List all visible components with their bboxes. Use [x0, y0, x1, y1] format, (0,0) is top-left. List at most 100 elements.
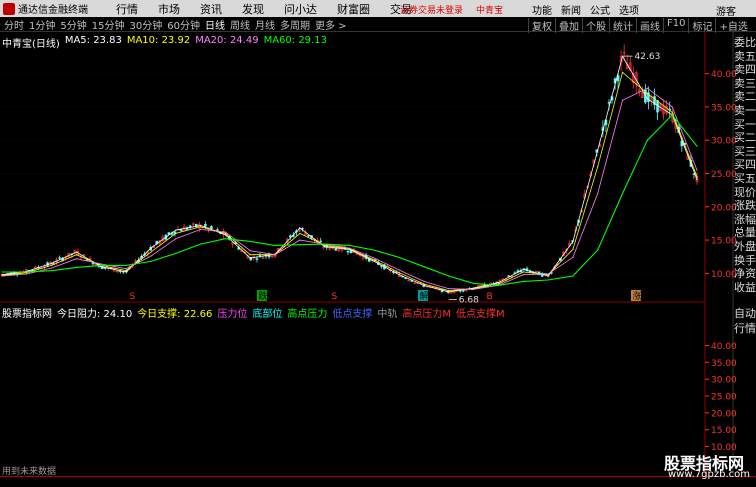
menu-item-ask[interactable]: 问小达 — [284, 1, 317, 17]
series-point-ma60-15 — [373, 249, 375, 251]
signal-mark-2: S — [332, 292, 338, 302]
side-label-volume[interactable]: 总量 — [734, 226, 756, 240]
series-point-ma5-15 — [373, 260, 375, 262]
side-label-bid-ratio[interactable]: 委比 — [734, 36, 756, 50]
candle-layer — [0, 44, 699, 295]
tab-60min[interactable]: 60分钟 — [167, 17, 200, 32]
tab-5min[interactable]: 5分钟 — [60, 17, 86, 32]
menu-item-discover[interactable]: 发现 — [242, 1, 264, 17]
series-point-ma5-9 — [224, 234, 226, 236]
side-label-ask3[interactable]: 卖三 — [734, 77, 756, 91]
tool-add-watchlist[interactable]: +自选 — [715, 18, 750, 33]
side-label-ask1[interactable]: 卖一 — [734, 104, 756, 118]
guest-label[interactable]: 游客 — [716, 3, 736, 18]
bottom-level: 底部位 — [252, 309, 283, 320]
series-point-ma10-12 — [299, 232, 301, 235]
series-point-ma60-8 — [199, 243, 202, 245]
tool-mark[interactable]: 标记 — [688, 18, 715, 33]
ma10-label: MA10: 23.92 — [126, 35, 191, 46]
side-label-price[interactable]: 现价 — [734, 186, 756, 200]
side-label-earnings[interactable]: 收益 — [734, 281, 756, 295]
side-label-change[interactable]: 涨跌 — [734, 199, 756, 213]
series-point-ma5-21 — [522, 268, 524, 270]
menu-item-market[interactable]: 市场 — [158, 1, 180, 17]
tab-weekly[interactable]: 周线 — [230, 17, 250, 32]
menu-item-quotes[interactable]: 行情 — [116, 1, 138, 17]
signal-mark-5: 涨 — [633, 291, 642, 302]
series-point-ma60-16 — [398, 256, 400, 258]
side-label-bid1[interactable]: 买一 — [734, 118, 756, 132]
candle-body-67 — [204, 224, 207, 227]
side-label-ask5[interactable]: 卖五 — [734, 50, 756, 64]
candle-body-84 — [255, 258, 259, 260]
side-label-bid4[interactable]: 买四 — [734, 158, 756, 172]
tab-intraday[interactable]: 分时 — [4, 17, 24, 32]
series-point-ma10-9 — [224, 232, 226, 235]
ma60-label: MA60: 29.13 — [263, 35, 327, 46]
side-label-ask4[interactable]: 卖四 — [734, 63, 756, 77]
tab-30min[interactable]: 30分钟 — [129, 17, 162, 32]
menu-item-function[interactable]: 功能 — [532, 2, 552, 17]
tool-draw[interactable]: 画线 — [636, 18, 663, 33]
series-point-ma20-10 — [249, 250, 251, 252]
series-point-ma60-24 — [597, 249, 599, 251]
series-point-ma10-20 — [497, 283, 500, 285]
today-support: 今日支撑: 22.66 — [137, 309, 213, 320]
series-point-ma10-23 — [572, 248, 574, 250]
series-point-ma20-26 — [646, 87, 648, 89]
series-point-ma5-13 — [324, 246, 326, 248]
tool-overlay[interactable]: 叠加 — [555, 18, 582, 33]
tab-multi-period[interactable]: 多周期 — [280, 17, 310, 32]
side-label-bid3[interactable]: 买三 — [734, 145, 756, 159]
menu-item-formula[interactable]: 公式 — [590, 2, 610, 17]
auto-label[interactable]: 自动 — [734, 306, 756, 321]
series-line-ma60 — [2, 114, 698, 286]
tab-1min[interactable]: 1分钟 — [29, 17, 55, 32]
series-point-ma10-5 — [125, 270, 127, 272]
title-bar: 通达信金融终端 行情 市场 资讯 发现 问小达 财富圈 交易 证券交易未登录 中… — [0, 0, 756, 18]
series-point-ma10-28 — [696, 176, 698, 178]
tab-15min[interactable]: 15分钟 — [92, 17, 125, 32]
series-point-ma60-20 — [497, 284, 500, 286]
menu-item-options[interactable]: 选项 — [619, 2, 639, 17]
login-warning[interactable]: 证券交易未登录 — [400, 3, 463, 16]
quote-label[interactable]: 行情 — [734, 321, 756, 336]
tool-f10[interactable]: F10 — [663, 18, 688, 33]
series-point-ma10-17 — [423, 283, 425, 285]
kline-chart[interactable]: 10.0015.0020.0025.0030.0035.0040.0010.00… — [0, 32, 756, 476]
series-point-ma20-15 — [373, 257, 375, 259]
tool-adjust[interactable]: 复权 — [528, 18, 555, 33]
side-label-outer[interactable]: 外盘 — [734, 240, 756, 254]
side-label-ask2[interactable]: 卖二 — [734, 90, 756, 104]
tool-stock[interactable]: 个股 — [582, 18, 609, 33]
tab-monthly[interactable]: 月线 — [255, 17, 275, 32]
series-point-ma20-17 — [423, 280, 425, 282]
series-point-ma5-8 — [199, 224, 202, 227]
series-point-ma10-3 — [75, 254, 78, 256]
series-point-ma10-27 — [671, 111, 673, 113]
series-point-ma5-28 — [696, 178, 698, 181]
tab-daily[interactable]: 日线 — [205, 17, 225, 32]
series-point-ma20-6 — [150, 255, 152, 257]
menu-item-news[interactable]: 资讯 — [200, 1, 222, 17]
series-point-ma60-27 — [671, 114, 673, 116]
series-point-ma5-10 — [249, 257, 251, 259]
candle-body-200 — [607, 102, 611, 104]
indicator-name[interactable]: 股票指标网 — [2, 305, 52, 320]
low-support-m: 低点支撑M — [456, 309, 505, 320]
tool-stats[interactable]: 统计 — [609, 18, 636, 33]
series-point-ma60-13 — [324, 243, 326, 245]
side-label-turnover[interactable]: 换手 — [734, 254, 756, 268]
side-label-bid2[interactable]: 买二 — [734, 131, 756, 145]
side-label-net-asset[interactable]: 净资 — [734, 267, 756, 281]
series-point-ma5-24 — [597, 149, 599, 151]
series-point-ma60-23 — [572, 275, 574, 277]
series-line-ma5 — [1, 55, 698, 293]
side-label-change-pct[interactable]: 涨幅 — [734, 213, 756, 227]
side-label-bid5[interactable]: 买五 — [734, 172, 756, 186]
today-resist: 今日阻力: 24.10 — [57, 309, 133, 320]
series-point-ma10-15 — [373, 259, 375, 261]
menu-item-news2[interactable]: 新闻 — [561, 2, 581, 17]
tab-more[interactable]: 更多 > — [315, 17, 347, 32]
menu-item-wealth[interactable]: 财富圈 — [337, 1, 370, 17]
